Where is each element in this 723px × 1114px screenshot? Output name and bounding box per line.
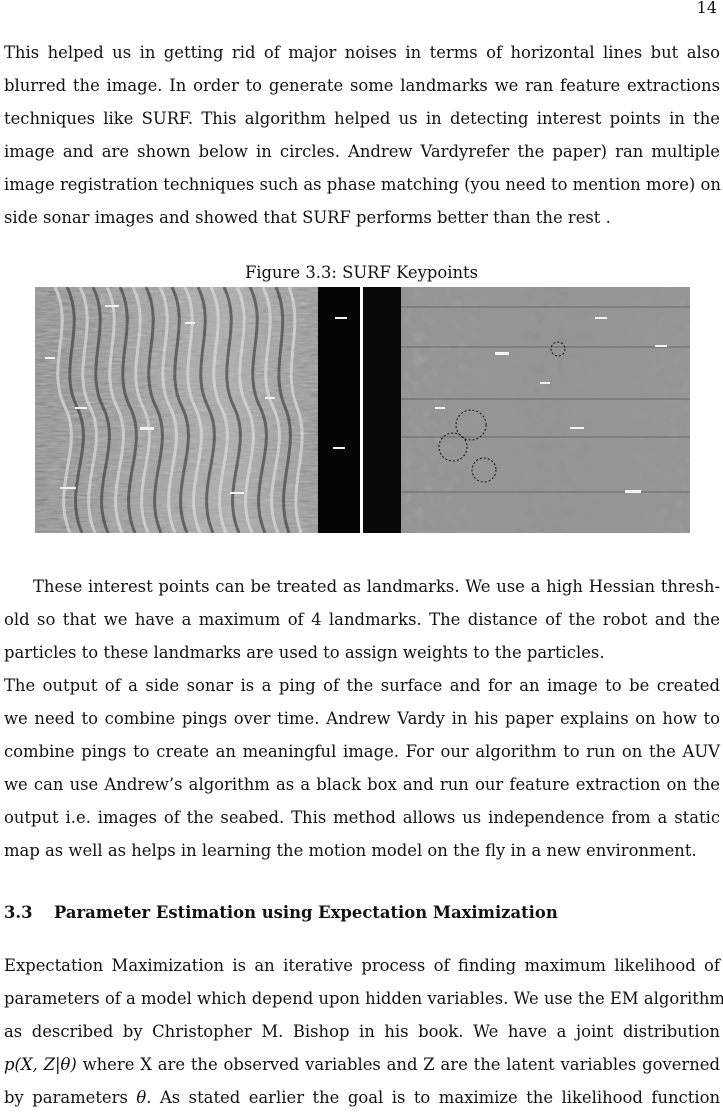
text-line: image registration techniques such as ph… (4, 175, 721, 194)
text-line: p(X, Z|θ) where X are the observed varia… (4, 1048, 720, 1081)
paragraph-surf-intro: This helped us in getting rid of major n… (4, 36, 721, 234)
paragraph-em: Expectation Maximization is an iterative… (4, 949, 723, 1114)
text-line: techniques like SURF. This algorithm hel… (4, 109, 720, 128)
text-line: output i.e. images of the seabed. This m… (4, 808, 720, 827)
text-line: These interest points can be treated as … (33, 577, 720, 596)
text-line: combine pings to create an meaningful im… (4, 742, 720, 761)
page-number: 14 (696, 0, 717, 17)
text-line: image and are shown below in circles. An… (4, 142, 720, 161)
text-line: blurred the image. In order to generate … (4, 76, 720, 95)
text-line: parameters of a model which depend upon … (4, 989, 723, 1008)
text-fragment: by parameters (4, 1088, 128, 1107)
left-sonar-panel (35, 286, 360, 534)
sonar-figure (35, 286, 690, 534)
figure-caption: Figure 3.3: SURF Keypoints (244, 263, 479, 282)
text-line: Expectation Maximization is an iterative… (4, 956, 720, 975)
paragraph-landmarks: These interest points can be treated as … (4, 570, 720, 669)
section-heading: 3.3 Parameter Estimation using Expectatio… (4, 900, 720, 926)
text-line: side sonar images and showed that SURF p… (4, 208, 611, 227)
text-line: This helped us in getting rid of major n… (4, 43, 720, 62)
math-theta: θ (136, 1088, 147, 1107)
text-line: as described by Christopher M. Bishop in… (4, 1022, 720, 1041)
right-sonar-panel (363, 287, 690, 533)
text-line: The output of a side sonar is a ping of … (4, 676, 720, 695)
paragraph-side-sonar: The output of a side sonar is a ping of … (4, 669, 720, 867)
text-fragment: . As stated earlier the goal is to maxim… (146, 1088, 720, 1107)
text-fragment: where X are the observed variables and Z… (82, 1055, 720, 1074)
math-joint-distribution: p(X, Z|θ) (4, 1055, 77, 1074)
text-line: old so that we have a maximum of 4 landm… (4, 610, 720, 629)
sonar-image (35, 286, 690, 534)
text-line: we can use Andrew’s algorithm as a black… (4, 775, 720, 794)
section-number: 3.3 (4, 903, 33, 922)
text-line: map as well as helps in learning the mot… (4, 841, 697, 860)
text-line: we need to combine pings over time. Andr… (4, 709, 720, 728)
section-title: Parameter Estimation using Expectation M… (54, 903, 558, 922)
text-line: particles to these landmarks are used to… (4, 643, 605, 662)
text-line: by parameters θ. As stated earlier the g… (4, 1081, 720, 1114)
